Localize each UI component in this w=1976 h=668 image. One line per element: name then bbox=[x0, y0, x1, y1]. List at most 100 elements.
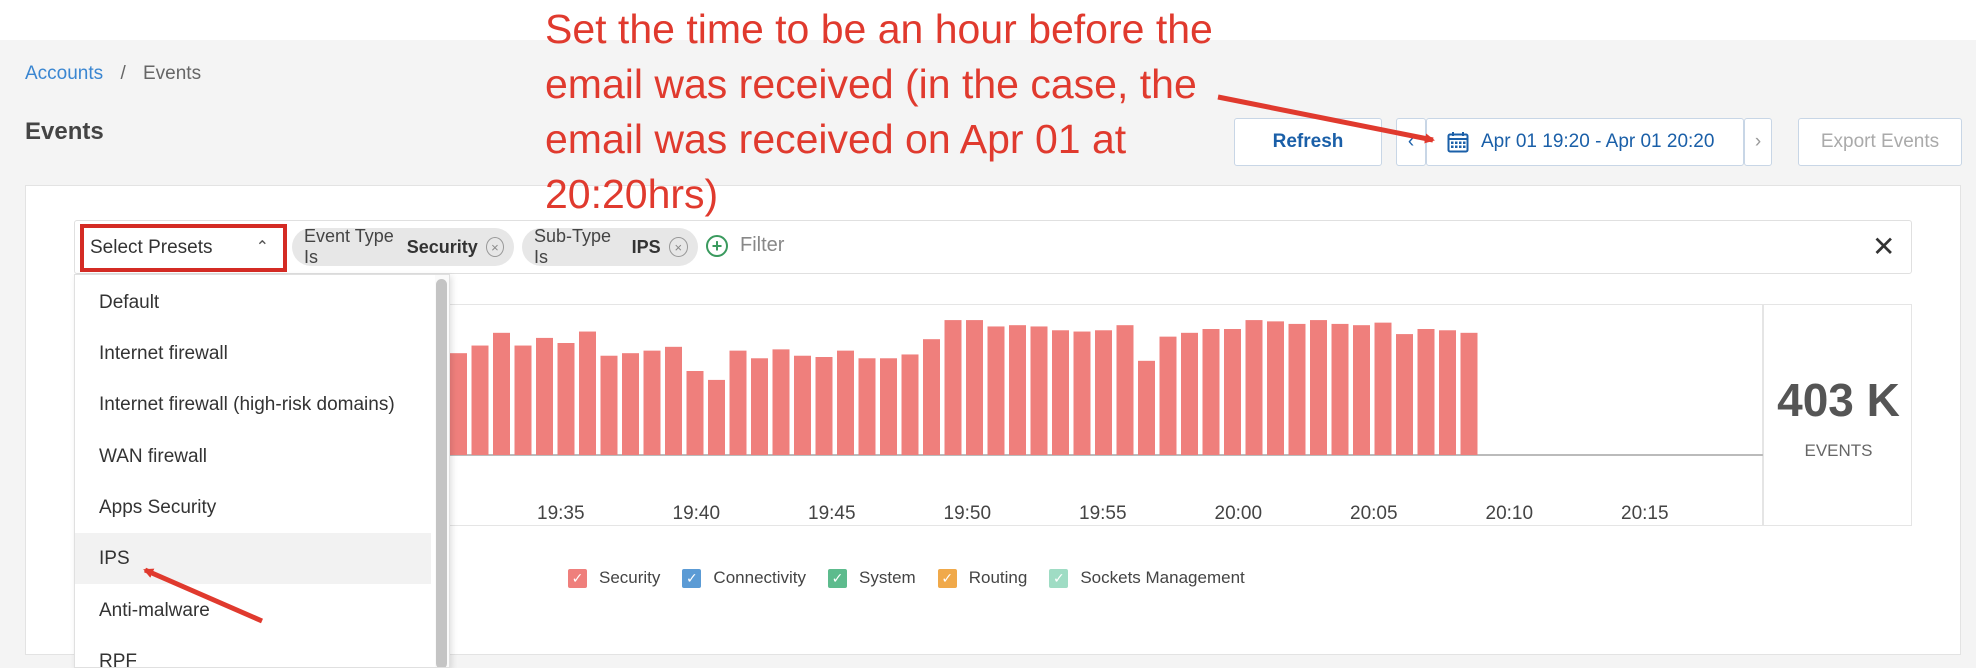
breadcrumb: Accounts / Events bbox=[25, 63, 201, 85]
chart-bar[interactable] bbox=[1202, 329, 1220, 455]
chart-bar[interactable] bbox=[794, 355, 811, 455]
clear-filters-icon[interactable]: ✕ bbox=[1872, 230, 1895, 263]
chart-bar[interactable] bbox=[1052, 330, 1069, 455]
filter-chip-event-type[interactable]: Event Type Is Security × bbox=[292, 226, 514, 267]
x-tick-label: 19:45 bbox=[808, 503, 856, 524]
x-tick-label: 20:00 bbox=[1214, 503, 1263, 524]
chart-bar[interactable] bbox=[1331, 323, 1349, 455]
chart-bar[interactable] bbox=[815, 357, 833, 455]
legend-item-routing[interactable]: ✓ Routing bbox=[937, 568, 1028, 588]
chart-bar[interactable] bbox=[772, 349, 790, 455]
x-tick-label: 20:05 bbox=[1350, 503, 1398, 524]
chart-bar[interactable] bbox=[837, 350, 854, 455]
chart-bar[interactable] bbox=[622, 353, 639, 455]
chart-legend: ✓ Security ✓ Connectivity ✓ System ✓ Rou… bbox=[568, 568, 1267, 588]
chart-bar[interactable] bbox=[1396, 334, 1413, 455]
legend-item-system[interactable]: ✓ System bbox=[828, 568, 916, 588]
chart-bar[interactable] bbox=[493, 332, 510, 455]
preset-option[interactable]: WAN firewall bbox=[75, 431, 431, 482]
chart-bar[interactable] bbox=[557, 343, 575, 455]
chart-bar[interactable] bbox=[923, 339, 940, 455]
refresh-button[interactable]: Refresh bbox=[1234, 118, 1382, 166]
chart-bar[interactable] bbox=[944, 320, 962, 455]
filter-chip-sub-type[interactable]: Sub-Type Is IPS × bbox=[522, 226, 698, 267]
legend-item-connectivity[interactable]: ✓ Connectivity bbox=[682, 568, 806, 588]
legend-label: Routing bbox=[968, 568, 1028, 587]
plus-circle-icon: + bbox=[706, 234, 728, 257]
export-events-button[interactable]: Export Events bbox=[1798, 118, 1962, 166]
legend-checkbox[interactable]: ✓ bbox=[682, 568, 702, 588]
chart-bar[interactable] bbox=[1181, 332, 1198, 455]
chart-bar[interactable] bbox=[708, 379, 725, 455]
chart-bar[interactable] bbox=[987, 326, 1005, 455]
chart-bar[interactable] bbox=[1460, 332, 1478, 455]
chart-bar[interactable] bbox=[1439, 330, 1456, 455]
events-total-label: EVENTS bbox=[1804, 441, 1873, 460]
chart-bar[interactable] bbox=[514, 345, 532, 455]
chart-bar[interactable] bbox=[643, 350, 661, 455]
add-filter-label: Filter bbox=[740, 234, 785, 256]
chart-bar[interactable] bbox=[600, 355, 618, 455]
chart-bar[interactable] bbox=[1288, 323, 1306, 455]
presets-dropdown-menu: Default Internet firewall Internet firew… bbox=[74, 274, 450, 668]
legend-label: Sockets Management bbox=[1080, 568, 1245, 587]
preset-option[interactable]: Internet firewall bbox=[75, 328, 431, 379]
next-range-button[interactable]: › bbox=[1744, 118, 1772, 166]
chart-bar[interactable] bbox=[450, 353, 467, 455]
legend-item-security[interactable]: ✓ Security bbox=[568, 568, 660, 588]
chart-bar[interactable] bbox=[901, 354, 919, 455]
preset-option-highlighted[interactable]: IPS bbox=[75, 533, 431, 584]
add-filter-button[interactable]: + Filter bbox=[706, 234, 784, 257]
chart-bar[interactable] bbox=[880, 358, 897, 455]
events-histogram bbox=[450, 304, 1763, 526]
preset-option[interactable]: RPF bbox=[75, 636, 431, 668]
legend-checkbox[interactable]: ✓ bbox=[937, 568, 957, 588]
chart-bar[interactable] bbox=[1159, 336, 1177, 455]
chevron-up-icon: ⌃ bbox=[255, 239, 269, 256]
chart-bar[interactable] bbox=[1353, 325, 1370, 455]
previous-range-button[interactable]: ‹ bbox=[1396, 118, 1426, 166]
chart-bar[interactable] bbox=[536, 337, 553, 455]
remove-chip-icon[interactable]: × bbox=[485, 237, 504, 257]
legend-checkbox[interactable]: ✓ bbox=[828, 568, 848, 588]
legend-checkbox[interactable]: ✓ bbox=[568, 568, 587, 588]
chart-bar[interactable] bbox=[1009, 325, 1026, 455]
chart-bar[interactable] bbox=[729, 350, 747, 455]
x-tick-label: 19:50 bbox=[943, 503, 992, 524]
chart-bar[interactable] bbox=[686, 371, 704, 455]
breadcrumb-accounts-link[interactable]: Accounts bbox=[25, 63, 103, 84]
legend-label: Security bbox=[599, 568, 661, 587]
chart-bar[interactable] bbox=[1116, 325, 1134, 455]
time-range-picker[interactable]: Apr 01 19:20 - Apr 01 20:20 bbox=[1426, 118, 1744, 166]
dropdown-scrollbar-thumb[interactable] bbox=[436, 279, 447, 667]
legend-label: System bbox=[859, 568, 916, 587]
chart-bar[interactable] bbox=[1417, 329, 1435, 455]
remove-chip-icon[interactable]: × bbox=[668, 237, 688, 257]
chart-bar[interactable] bbox=[471, 345, 489, 455]
chart-bar[interactable] bbox=[579, 331, 596, 455]
chart-bar[interactable] bbox=[751, 358, 768, 455]
chart-bar[interactable] bbox=[1095, 330, 1112, 455]
chart-bar[interactable] bbox=[1138, 360, 1155, 455]
time-range-label: Apr 01 19:20 - Apr 01 20:20 bbox=[1481, 131, 1715, 152]
preset-option[interactable]: Default bbox=[75, 277, 431, 328]
events-total: 403 K EVENTS bbox=[1763, 304, 1912, 526]
chart-bar[interactable] bbox=[1030, 326, 1048, 455]
chart-bar[interactable] bbox=[858, 358, 876, 455]
chart-bar[interactable] bbox=[1374, 322, 1392, 455]
chart-bar[interactable] bbox=[1073, 331, 1091, 455]
preset-option[interactable]: Internet firewall (high-risk domains) bbox=[75, 379, 431, 430]
select-presets-dropdown[interactable]: Select Presets ⌃ bbox=[80, 224, 287, 272]
legend-checkbox[interactable]: ✓ bbox=[1049, 568, 1069, 588]
preset-option[interactable]: Anti-malware bbox=[75, 585, 431, 636]
preset-option[interactable]: Apps Security bbox=[75, 482, 431, 533]
events-bar-chart bbox=[450, 320, 1763, 456]
chart-bar[interactable] bbox=[1267, 321, 1284, 455]
chart-bar[interactable] bbox=[966, 320, 983, 455]
chart-bar[interactable] bbox=[1245, 320, 1263, 455]
legend-item-sockets-management[interactable]: ✓ Sockets Management bbox=[1049, 568, 1245, 588]
x-tick-label: 19:55 bbox=[1079, 503, 1127, 524]
chart-bar[interactable] bbox=[665, 346, 682, 455]
chart-bar[interactable] bbox=[1224, 329, 1241, 455]
chart-bar[interactable] bbox=[1310, 320, 1327, 455]
